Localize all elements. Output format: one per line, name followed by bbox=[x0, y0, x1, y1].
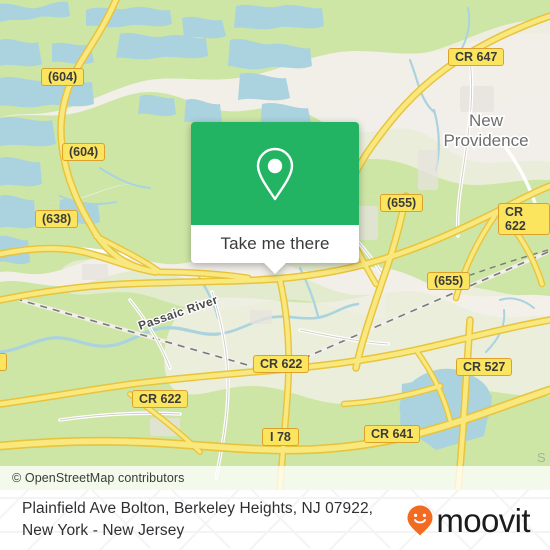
road-shield: I 78 bbox=[262, 428, 299, 446]
callout-pin-panel bbox=[191, 122, 359, 225]
location-callout-card[interactable]: Take me there bbox=[191, 122, 359, 274]
road-shield: CR 527 bbox=[456, 358, 513, 376]
address-line-1: Plainfield Ave Bolton, Berkeley Heights,… bbox=[22, 500, 374, 517]
take-me-there-label: Take me there bbox=[220, 234, 330, 253]
road-shield: (604) bbox=[62, 143, 106, 161]
road-shield: CR 622 bbox=[253, 355, 310, 373]
road-shield: CR 622 bbox=[132, 390, 189, 408]
osm-attribution[interactable]: © OpenStreetMap contributors bbox=[0, 466, 550, 490]
svg-text:New: New bbox=[469, 111, 504, 130]
map-viewport[interactable]: New Providence Passaic River S (604) (60… bbox=[0, 0, 550, 490]
footer-bar: Plainfield Ave Bolton, Berkeley Heights,… bbox=[0, 490, 550, 550]
footer-content: Plainfield Ave Bolton, Berkeley Heights,… bbox=[0, 490, 550, 550]
road-shield: (655) bbox=[380, 194, 424, 212]
moovit-wordmark: moovit bbox=[436, 501, 530, 539]
svg-text:Providence: Providence bbox=[443, 131, 528, 150]
moovit-smiley-pin-icon bbox=[407, 505, 433, 535]
moovit-map-screen: New Providence Passaic River S (604) (60… bbox=[0, 0, 550, 550]
address-line-2: New York - New Jersey bbox=[22, 522, 185, 539]
svg-text:S: S bbox=[537, 450, 546, 465]
road-shield: CR 647 bbox=[448, 48, 505, 66]
road-shield: (638) bbox=[35, 210, 79, 228]
road-shield: (655) bbox=[427, 272, 471, 290]
road-shield: (604) bbox=[41, 68, 85, 86]
road-shield: CR 641 bbox=[364, 425, 421, 443]
callout-action-bar[interactable]: Take me there bbox=[191, 225, 359, 274]
moovit-brand[interactable]: moovit bbox=[407, 504, 536, 537]
callout-tail bbox=[264, 263, 286, 274]
road-shield: 2 bbox=[0, 353, 7, 371]
address-block: Plainfield Ave Bolton, Berkeley Heights,… bbox=[22, 498, 407, 542]
road-shield: CR 622 bbox=[498, 203, 550, 235]
map-pin-icon bbox=[256, 147, 294, 200]
